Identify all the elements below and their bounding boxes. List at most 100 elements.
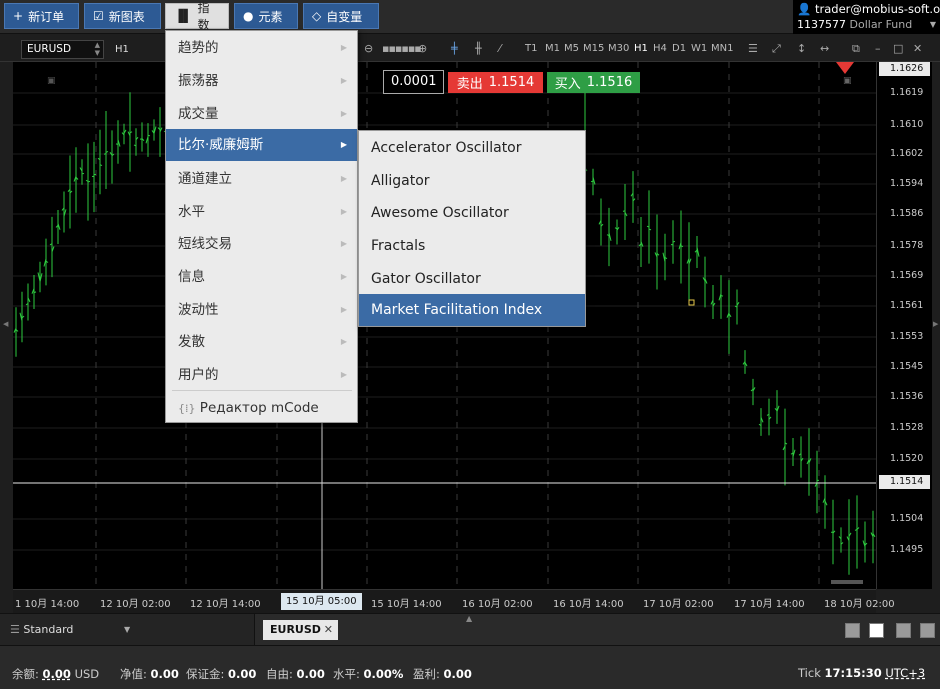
horizontal-resize-icon[interactable]: ↔ <box>820 42 829 55</box>
menu-item-volume[interactable]: 成交量 ▶ <box>166 98 357 130</box>
lot-size-input[interactable]: 0.0001 <box>383 70 444 94</box>
zoom-out-icon[interactable]: ⊖ <box>364 42 373 55</box>
timezone-selector[interactable]: UTC+3 <box>885 666 925 680</box>
chevron-right-icon: ▶ <box>340 305 347 314</box>
account-panel[interactable]: 👤 trader@mobius-soft.org 1137577 Dollar … <box>793 0 940 34</box>
bar-chart-type-icon[interactable]: ╪ <box>451 42 458 55</box>
layout-horizontal-icon[interactable] <box>920 623 935 638</box>
indicator-menu: 趋势的 ▶ 振荡器 ▶ 成交量 ▶ 比尔·威廉姆斯 ▶ 通道建立 ▶ 水平 ▶ 短线交易 ▶ … <box>165 30 358 423</box>
price-label: 1.1602 <box>890 148 924 159</box>
price-label: 1.1619 <box>890 87 924 98</box>
submenu-item-market-facilitation-index[interactable]: Market Facilitation Index <box>359 294 585 326</box>
menu-item-channels[interactable]: 通道建立 ▶ <box>166 163 357 195</box>
time-label: 12 10月 14:00 <box>190 599 261 610</box>
tf-H4[interactable]: H4 <box>653 43 667 54</box>
left-collapse-icon[interactable]: ◀ <box>3 320 8 328</box>
tf-M1[interactable]: M1 <box>545 43 560 54</box>
layout-single-icon[interactable] <box>845 623 860 638</box>
price-bar-open <box>622 210 626 212</box>
new-order-button[interactable]: + 新订单 <box>4 3 79 29</box>
detach-window-icon[interactable]: ⧉ <box>852 42 860 56</box>
shapes-icon: ● <box>243 9 254 23</box>
variables-button[interactable]: ◇ 自变量 <box>303 3 379 29</box>
menu-item-scalping[interactable]: 短线交易 ▶ <box>166 228 357 260</box>
tf-M15[interactable]: M15 <box>583 43 604 54</box>
minimize-icon[interactable]: – <box>875 42 881 55</box>
maximize-icon[interactable]: □ <box>893 42 903 55</box>
menu-item-volatility[interactable]: 波动性 ▶ <box>166 294 357 326</box>
price-bar-close <box>672 240 676 243</box>
vertical-resize-icon[interactable]: ↕ <box>797 42 806 55</box>
free-margin-status: 自由: 0.00 <box>266 667 325 681</box>
price-bar-close <box>720 294 724 297</box>
submenu-item-alligator[interactable]: Alligator <box>359 165 585 197</box>
chart-tab-eurusd[interactable]: EURUSD ✕ <box>263 620 338 640</box>
price-bar-open <box>103 153 107 155</box>
right-collapse-icon[interactable]: ▶ <box>933 320 938 328</box>
time-label: 17 10月 14:00 <box>734 599 805 610</box>
menu-item-info[interactable]: 信息 ▶ <box>166 261 357 293</box>
workspace-selector[interactable]: ☰ Standard ▼ <box>0 614 255 646</box>
price-scale[interactable]: 1.1626 1.1619 1.1610 1.1602 1.1594 1.158… <box>876 62 932 589</box>
equity-status: 净值: 0.00 <box>120 667 179 681</box>
tf-H1[interactable]: H1 <box>634 43 648 54</box>
chart-tab-bar: ☰ Standard ▼ EURUSD ✕ ▲ <box>0 613 940 646</box>
tf-MN1[interactable]: MN1 <box>711 43 733 54</box>
chart-legend-icon: ▣ <box>47 76 56 86</box>
account-number: 1137577 Dollar Fund <box>797 18 913 31</box>
submenu-item-fractals[interactable]: Fractals <box>359 230 585 262</box>
alert-marker-icon[interactable] <box>836 62 854 74</box>
status-bar: 余额: 0.00 USD 净值: 0.00 保证金: 0.00 自由: 0.00… <box>0 645 940 689</box>
chevron-right-icon: ▶ <box>340 370 347 379</box>
line-chart-type-icon[interactable]: ⁄ <box>499 42 501 55</box>
menu-item-divergence[interactable]: 发散 ▶ <box>166 326 357 358</box>
tf-T1[interactable]: T1 <box>525 43 537 54</box>
sell-button[interactable]: 卖出 1.1514 <box>448 72 543 93</box>
submenu-item-accelerator-oscillator[interactable]: Accelerator Oscillator <box>359 132 585 164</box>
close-tab-icon[interactable]: ✕ <box>324 620 333 640</box>
chevron-right-icon: ▶ <box>340 272 347 281</box>
price-bar-close <box>33 291 37 294</box>
menu-item-bill-williams[interactable]: 比尔·威廉姆斯 ▶ <box>166 129 357 161</box>
symbol-selector[interactable]: EURUSD ▲ ▼ <box>21 40 104 59</box>
menu-item-custom[interactable]: 用户的 ▶ <box>166 359 357 391</box>
zoom-in-icon[interactable]: ⊕ <box>418 42 427 55</box>
tf-D1[interactable]: D1 <box>672 43 686 54</box>
menu-item-oscillators[interactable]: 振荡器 ▶ <box>166 65 357 97</box>
menu-item-mcode-editor[interactable]: {⁞} Редактор mCode <box>166 392 357 424</box>
spinner-icon[interactable]: ▲ ▼ <box>95 41 100 57</box>
indicators-button[interactable]: ▐▌ 指数 <box>165 1 229 32</box>
tf-M5[interactable]: M5 <box>564 43 579 54</box>
menu-item-levels[interactable]: 水平 ▶ <box>166 196 357 228</box>
new-chart-button[interactable]: ☑ 新图表 <box>84 3 161 29</box>
layout-vertical-icon[interactable] <box>896 623 911 638</box>
buy-button[interactable]: 买入 1.1516 <box>547 72 640 93</box>
autoscale-icon[interactable]: ⤢ <box>772 42 781 56</box>
zoom-slider[interactable]: ▪▪▪▪▪▪ <box>382 42 422 55</box>
code-editor-icon: {⁞} <box>178 402 196 415</box>
menu-item-trend[interactable]: 趋势的 ▶ <box>166 32 357 64</box>
layout-grid-icon[interactable] <box>869 623 884 638</box>
price-label: 1.1569 <box>890 270 924 281</box>
tf-M30[interactable]: M30 <box>608 43 629 54</box>
fractal-marker <box>688 299 695 306</box>
close-icon[interactable]: ✕ <box>913 42 922 55</box>
tf-W1[interactable]: W1 <box>691 43 707 54</box>
cursor-time-box: 15 10月 05:00 <box>281 593 362 610</box>
time-scale[interactable]: 1 10月 14:00 12 10月 02:00 12 10月 14:00 15… <box>13 589 895 613</box>
candle-chart-type-icon[interactable]: ╫ <box>475 42 482 55</box>
profit-status: 盈利: 0.00 <box>413 667 472 681</box>
elements-button[interactable]: ● 元素 <box>234 3 298 29</box>
indicator-list-icon[interactable]: ☰ <box>748 42 758 55</box>
price-label: 1.1536 <box>890 391 924 402</box>
submenu-item-awesome-oscillator[interactable]: Awesome Oscillator <box>359 197 585 229</box>
chart-toolbar: EURUSD ▲ ▼ H1 ⊖ ▪▪▪▪▪▪ ⊕ ╪ ╫ ⁄ T1 M1 M5 M… <box>0 34 940 62</box>
account-dropdown-icon[interactable]: ▼ <box>930 20 936 29</box>
price-bar-open <box>590 180 594 183</box>
time-label: 17 10月 02:00 <box>643 599 714 610</box>
price-label: 1.1594 <box>890 178 924 189</box>
chart-window-icon: ☑ <box>93 9 104 23</box>
user-icon: 👤 <box>797 2 812 16</box>
submenu-item-gator-oscillator[interactable]: Gator Oscillator <box>359 263 585 295</box>
collapse-up-icon[interactable]: ▲ <box>466 614 472 623</box>
